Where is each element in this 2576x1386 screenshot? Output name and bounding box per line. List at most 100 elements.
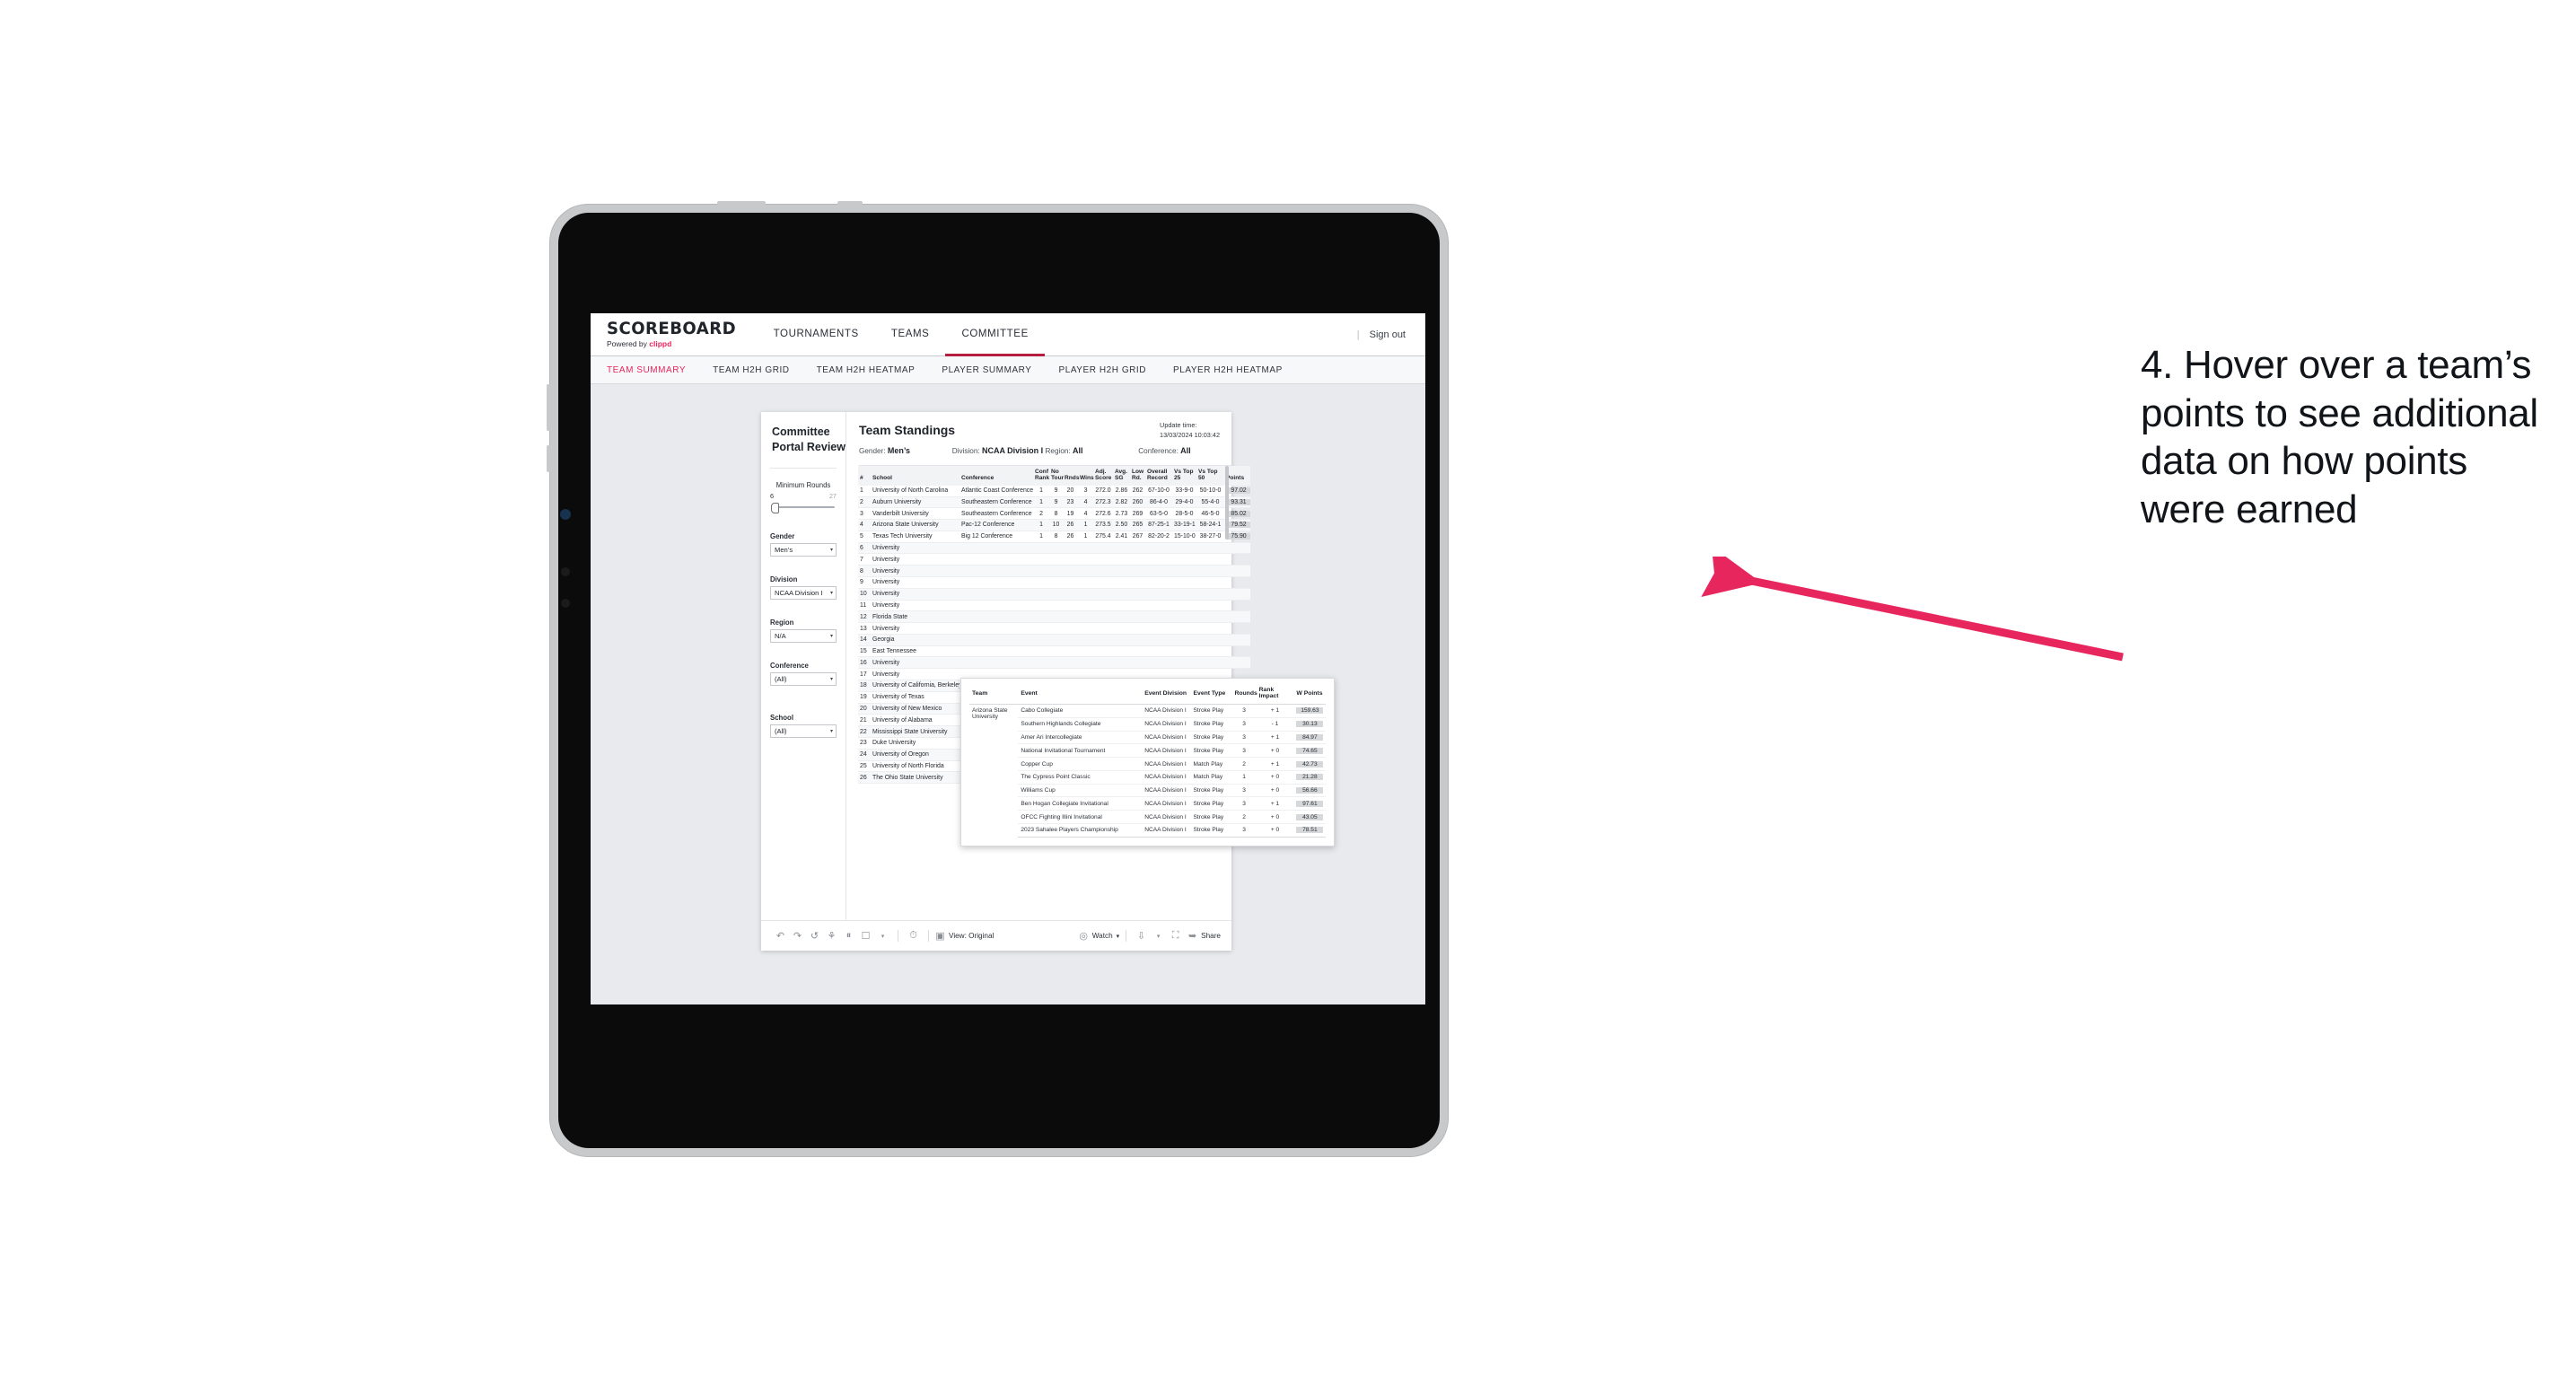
school-select[interactable]: (All) ▾ <box>770 724 837 738</box>
gender-value: Men’s <box>775 545 793 554</box>
fullscreen-icon[interactable]: ⛶ <box>1167 927 1184 944</box>
table-row[interactable]: 8 University <box>858 565 1250 577</box>
table-row[interactable]: 7 University <box>858 553 1250 566</box>
col-conf-rank[interactable]: Conf Rank <box>1033 466 1049 486</box>
tooltip-division-cell: NCAA Division I <box>1142 717 1191 732</box>
vs-top-50-cell <box>1196 565 1224 577</box>
col-overall-record[interactable]: Overall Record <box>1145 466 1172 486</box>
points-cell[interactable] <box>1224 645 1250 658</box>
points-cell[interactable] <box>1224 542 1250 555</box>
table-row[interactable]: 1 University of North Carolina Atlantic Co… <box>858 485 1250 497</box>
points-cell[interactable] <box>1224 576 1250 589</box>
col-rnds[interactable]: Rnds <box>1063 466 1079 486</box>
rnds-cell <box>1063 622 1078 635</box>
tooltip-type-cell: Stroke Play <box>1190 731 1232 745</box>
meta-gender-value: Men’s <box>887 446 911 455</box>
tab-player-h2h-heatmap[interactable]: PLAYER H2H HEATMAP <box>1173 365 1295 375</box>
rank-cell: 13 <box>858 622 871 635</box>
vs-top-50-cell: 55-4-0 <box>1196 496 1224 509</box>
device-layout-caret-icon[interactable]: ▾ <box>874 927 891 944</box>
col-conference[interactable]: Conference <box>959 466 1033 486</box>
download-caret-icon[interactable]: ▾ <box>1150 927 1167 944</box>
tab-team-h2h-grid[interactable]: TEAM H2H GRID <box>713 365 802 375</box>
col-vs-top-50[interactable]: Vs Top 50 <box>1196 466 1224 486</box>
tab-player-h2h-grid[interactable]: PLAYER H2H GRID <box>1058 365 1159 375</box>
update-time: Update time: 13/03/2024 10:03:42 <box>1160 421 1220 440</box>
standings-header: Team Standings Gender: Men’s Division: N… <box>846 412 1231 466</box>
tab-team-h2h-heatmap[interactable]: TEAM H2H HEATMAP <box>817 365 928 375</box>
table-row[interactable]: 4 Arizona State University Pac-12 Conferen… <box>858 519 1250 531</box>
points-cell[interactable] <box>1224 588 1250 601</box>
revert-icon[interactable]: ↺ <box>806 927 823 944</box>
points-cell[interactable] <box>1224 634 1250 646</box>
tooltip-type-cell: Stroke Play <box>1190 796 1232 811</box>
tab-player-summary[interactable]: PLAYER SUMMARY <box>942 365 1044 375</box>
table-row[interactable]: 12 Florida State <box>858 610 1250 624</box>
brand-logo[interactable]: SCOREBOARD Powered by clippd <box>591 313 758 355</box>
table-row[interactable]: 9 University <box>858 576 1250 589</box>
undo-icon[interactable]: ↶ <box>772 927 789 944</box>
share-button[interactable]: ➥ Share <box>1187 927 1221 944</box>
points-cell[interactable] <box>1224 565 1250 577</box>
sign-out-link[interactable]: Sign out <box>1370 329 1406 340</box>
overall-record-cell <box>1145 542 1172 555</box>
dashboard-title-line2: Portal Review <box>772 440 846 453</box>
col-avg-sg[interactable]: Avg. SG <box>1113 466 1130 486</box>
rank-cell: 5 <box>858 531 871 543</box>
division-select[interactable]: NCAA Division I ▾ <box>770 585 837 600</box>
adj-score-cell <box>1093 622 1113 635</box>
col-wins[interactable]: Wins <box>1078 466 1094 486</box>
table-row[interactable]: 3 Vanderbilt University Southeastern Confe… <box>858 507 1250 521</box>
table-row[interactable]: 16 University <box>858 656 1250 670</box>
points-cell[interactable] <box>1224 610 1250 624</box>
table-row[interactable]: 11 University <box>858 600 1250 612</box>
rank-cell: 3 <box>858 507 871 521</box>
points-cell[interactable] <box>1224 656 1250 670</box>
device-layout-icon[interactable]: ☐ <box>857 927 874 944</box>
nav-item-tournaments[interactable]: TOURNAMENTS <box>758 313 875 356</box>
region-select[interactable]: N/A ▾ <box>770 628 837 643</box>
col-no-tour[interactable]: No Tour <box>1049 466 1064 486</box>
download-icon[interactable]: ⇩ <box>1133 927 1150 944</box>
pause-updates-icon[interactable]: ⏸ <box>840 927 857 944</box>
conference-value: (All) <box>775 674 787 683</box>
tooltip-wpoints-value: 21.28 <box>1296 774 1324 781</box>
table-row[interactable]: 15 East Tennessee <box>858 645 1250 658</box>
table-row[interactable]: 13 University <box>858 622 1250 635</box>
tab-team-summary[interactable]: TEAM SUMMARY <box>607 365 698 375</box>
tooltip-impact-cell: + 0 <box>1256 810 1294 825</box>
minimum-rounds-slider[interactable] <box>770 502 837 513</box>
low-rd-cell <box>1130 576 1145 589</box>
history-icon[interactable]: ⏱ <box>905 927 922 944</box>
slider-handle[interactable] <box>771 502 779 513</box>
table-row[interactable]: 2 Auburn University Southeastern Conferenc… <box>858 496 1250 509</box>
nav-item-committee[interactable]: COMMITTEE <box>945 313 1045 356</box>
col-adj-score[interactable]: Adj. Score <box>1093 466 1113 486</box>
refresh-icon[interactable]: ⚘ <box>823 927 840 944</box>
school-cell: University <box>871 553 959 566</box>
gender-select[interactable]: Men’s ▾ <box>770 542 837 557</box>
redo-icon[interactable]: ↷ <box>789 927 806 944</box>
table-row[interactable]: 10 University <box>858 588 1250 601</box>
rnds-cell <box>1063 553 1078 566</box>
workbook-body: Committee Portal Review Minimum Rounds 6… <box>761 412 1335 920</box>
table-row[interactable]: 14 Georgia <box>858 634 1250 646</box>
col-vs-top-25[interactable]: Vs Top 25 <box>1172 466 1196 486</box>
points-cell[interactable] <box>1224 622 1250 635</box>
low-rd-cell: 262 <box>1130 485 1145 497</box>
points-cell[interactable] <box>1224 600 1250 612</box>
col-rank[interactable]: # <box>858 466 871 486</box>
conference-select[interactable]: (All) ▾ <box>770 671 837 686</box>
points-cell[interactable] <box>1224 553 1250 566</box>
table-row[interactable]: 6 University <box>858 542 1250 555</box>
table-row[interactable]: 5 Texas Tech University Big 12 Conference 1… <box>858 531 1250 543</box>
device-sensor-b-icon <box>561 599 570 608</box>
col-school[interactable]: School <box>871 466 959 486</box>
watch-button[interactable]: ◎ Watch ▾ <box>1079 927 1119 944</box>
view-original-button[interactable]: ▣ View: Original <box>935 927 994 944</box>
no-tour-cell <box>1049 588 1063 601</box>
rank-cell: 6 <box>858 542 871 555</box>
col-low-rd[interactable]: Low Rd. <box>1130 466 1145 486</box>
standings-scrollbar[interactable] <box>1225 466 1229 539</box>
nav-item-teams[interactable]: TEAMS <box>875 313 946 356</box>
